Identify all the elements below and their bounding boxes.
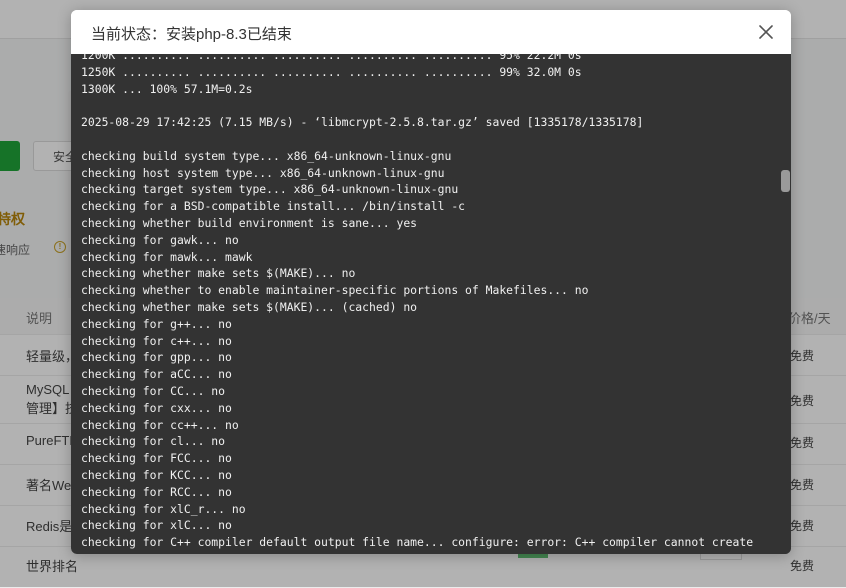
log-line bbox=[81, 97, 771, 114]
log-line: checking for gpp... no bbox=[81, 350, 232, 365]
log-line: checking target system type... x86_64-un… bbox=[81, 182, 459, 197]
log-line: checking for cc++... no bbox=[81, 417, 239, 432]
log-line: checking for RCC... no bbox=[81, 484, 232, 499]
log-line: checking for g++... no bbox=[81, 316, 232, 331]
log-line: 1200K .......... .......... .......... .… bbox=[81, 54, 582, 62]
log-line: checking for c++... no bbox=[81, 333, 232, 348]
scrollbar-thumb[interactable] bbox=[781, 170, 790, 192]
log-line: checking for C++ compiler default output… bbox=[81, 535, 754, 550]
log-line: checking for CC... no bbox=[81, 383, 226, 398]
log-line: checking whether make sets $(MAKE)... no bbox=[81, 266, 356, 281]
log-line: executables bbox=[81, 551, 771, 554]
scrollbar[interactable] bbox=[779, 54, 791, 554]
log-line: checking for a BSD-compatible install...… bbox=[81, 199, 466, 214]
log-line: checking for FCC... no bbox=[81, 451, 232, 466]
log-line: 1250K .......... .......... .......... .… bbox=[81, 64, 582, 79]
log-line bbox=[81, 131, 771, 148]
log-lines: 1200K .......... .......... .......... .… bbox=[81, 54, 771, 554]
log-line: checking whether to enable maintainer-sp… bbox=[81, 283, 589, 298]
log-line: checking for gawk... no bbox=[81, 232, 239, 247]
log-line: 2025-08-29 17:42:25 (7.15 MB/s) - ‘libmc… bbox=[81, 115, 644, 130]
dialog-title: 当前状态：安装php-8.3已结束 bbox=[91, 26, 292, 43]
log-line: checking for xlC_r... no bbox=[81, 501, 246, 516]
log-line: checking for aCC... no bbox=[81, 367, 232, 382]
install-status-dialog: 当前状态：安装php-8.3已结束 1200K .......... .....… bbox=[71, 10, 791, 554]
log-line: 1300K ... 100% 57.1M=0.2s bbox=[81, 81, 253, 96]
dialog-header: 当前状态：安装php-8.3已结束 bbox=[71, 10, 791, 54]
log-line: checking for cl... no bbox=[81, 434, 226, 449]
log-line: checking build system type... x86_64-unk… bbox=[81, 148, 452, 163]
log-line: checking whether build environment is sa… bbox=[81, 215, 418, 230]
close-icon[interactable] bbox=[757, 23, 775, 41]
install-log-terminal[interactable]: 1200K .......... .......... .......... .… bbox=[71, 54, 791, 554]
log-line: checking for xlC... no bbox=[81, 518, 232, 533]
log-line: checking for mawk... mawk bbox=[81, 249, 253, 264]
log-line: checking for cxx... no bbox=[81, 400, 232, 415]
log-line: checking host system type... x86_64-unkn… bbox=[81, 165, 445, 180]
log-line: checking whether make sets $(MAKE)... (c… bbox=[81, 299, 418, 314]
log-line: checking for KCC... no bbox=[81, 467, 232, 482]
